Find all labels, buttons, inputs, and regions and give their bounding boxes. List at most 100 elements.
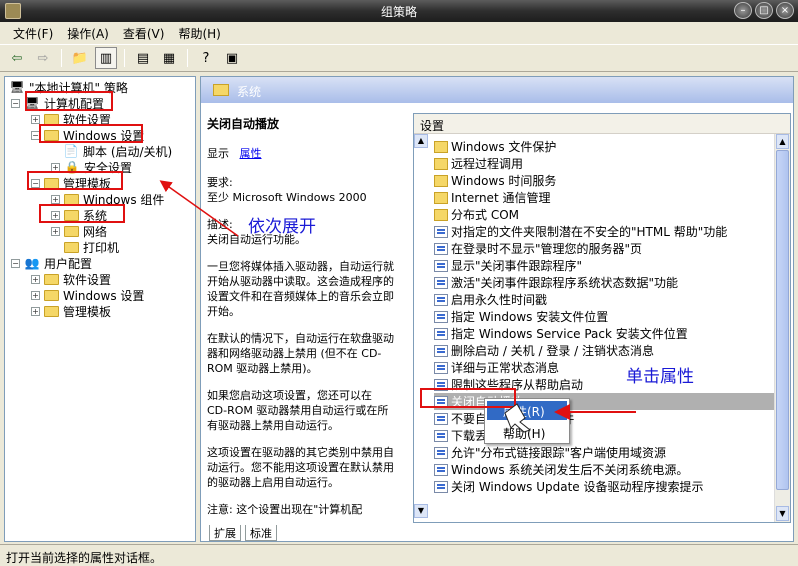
list-item-label: 激活"关闭事件跟踪程序系统状态数据"功能 bbox=[451, 276, 679, 290]
description-para-1: 一旦您将媒体插入驱动器，自动运行就开始从驱动器中读取。这会造成程序的设置文件和在… bbox=[207, 260, 394, 318]
menu-file[interactable]: 文件(F) bbox=[6, 23, 60, 44]
tree-item-user-admin[interactable]: + 管理模板 bbox=[31, 303, 111, 319]
annotation-box bbox=[39, 124, 143, 143]
folder-icon bbox=[64, 193, 79, 205]
tab-extended[interactable]: 扩展 bbox=[209, 525, 241, 541]
list-item[interactable]: Windows 文件保护 bbox=[434, 138, 790, 155]
expand-icon[interactable]: + bbox=[31, 114, 40, 124]
menu-help[interactable]: 帮助(H) bbox=[171, 23, 227, 44]
tree-item-network[interactable]: + 网络 bbox=[51, 223, 107, 239]
script-icon: 📄 bbox=[63, 144, 79, 158]
menu-bar: 文件(F) 操作(A) 查看(V) 帮助(H) bbox=[0, 22, 798, 44]
list-item[interactable]: 详细与正常状态消息 bbox=[434, 359, 790, 376]
tree-label: 打印机 bbox=[83, 240, 120, 255]
tree-label: 管理模板 bbox=[63, 304, 112, 319]
list-item[interactable]: 分布式 COM bbox=[434, 206, 790, 223]
forward-icon[interactable]: ⇨ bbox=[32, 47, 54, 69]
folder-icon bbox=[64, 241, 79, 253]
back-icon[interactable]: ⇦ bbox=[6, 47, 28, 69]
main-pane: 系统 关闭自动播放 显示 属性 要求: 至少 Microsoft Windows… bbox=[200, 76, 794, 542]
requirement-value: 至少 Microsoft Windows 2000 bbox=[207, 191, 367, 204]
annotation-box bbox=[39, 204, 125, 223]
minimize-button[interactable]: – bbox=[734, 2, 752, 19]
vertical-scrollbar[interactable]: ▲ ▼ bbox=[774, 134, 790, 522]
scroll-up-icon[interactable]: ▲ bbox=[776, 134, 789, 149]
list-item[interactable]: 激活"关闭事件跟踪程序系统状态数据"功能 bbox=[434, 274, 790, 291]
list-item-label: Windows 文件保护 bbox=[451, 140, 557, 154]
left-scroll-up-icon[interactable]: ▲ bbox=[414, 134, 428, 148]
collapse-icon[interactable]: − bbox=[11, 98, 20, 108]
tab-standard[interactable]: 标准 bbox=[245, 525, 277, 541]
expand-icon[interactable]: + bbox=[51, 226, 60, 236]
list-item[interactable]: Internet 通信管理 bbox=[434, 189, 790, 206]
left-scroll-down-icon[interactable]: ▼ bbox=[414, 504, 428, 518]
expand-icon[interactable]: + bbox=[51, 194, 60, 204]
tree-label: 脚本 (启动/关机) bbox=[83, 144, 173, 159]
scroll-down-icon[interactable]: ▼ bbox=[776, 506, 789, 521]
list-item[interactable]: 远程过程调用 bbox=[434, 155, 790, 172]
menu-action[interactable]: 操作(A) bbox=[60, 23, 116, 44]
folder-icon bbox=[434, 140, 448, 153]
list-item[interactable]: 限制这些程序从帮助启动 bbox=[434, 376, 790, 393]
show-tree-icon[interactable]: ▥ bbox=[95, 47, 117, 69]
context-menu: 属性(R) 帮助(H) bbox=[484, 398, 570, 444]
status-bar: 打开当前选择的属性对话框。 bbox=[0, 544, 798, 566]
tree-item-printers[interactable]: 打印机 bbox=[64, 239, 119, 255]
list-item-label: 限制这些程序从帮助启动 bbox=[451, 378, 584, 392]
show-label: 显示 bbox=[207, 147, 229, 160]
list-item[interactable]: 在登录时不显示"管理您的服务器"页 bbox=[434, 240, 790, 257]
list-item[interactable]: 启用永久性时间戳 bbox=[434, 291, 790, 308]
context-menu-help[interactable]: 帮助(H) bbox=[487, 423, 567, 442]
expand-icon[interactable]: + bbox=[31, 274, 40, 284]
folder-icon bbox=[44, 113, 59, 125]
folder-icon bbox=[434, 174, 448, 187]
console-icon[interactable]: ▣ bbox=[221, 47, 243, 69]
list-item-label: 对指定的文件夹限制潜在不安全的"HTML 帮助"功能 bbox=[451, 225, 728, 239]
up-folder-icon[interactable]: 📁 bbox=[69, 47, 91, 69]
folder-icon bbox=[44, 273, 59, 285]
collapse-icon[interactable]: − bbox=[11, 258, 20, 268]
list-item-label: 在登录时不显示"管理您的服务器"页 bbox=[451, 242, 643, 256]
close-button[interactable]: × bbox=[776, 2, 794, 19]
policy-title: 关闭自动播放 bbox=[207, 117, 280, 131]
folder-icon bbox=[44, 305, 59, 317]
policy-setting-icon bbox=[434, 344, 448, 357]
properties-link[interactable]: 属性 bbox=[240, 147, 262, 160]
list-item[interactable]: 指定 Windows 安装文件位置 bbox=[434, 308, 790, 325]
list-item[interactable]: 对指定的文件夹限制潜在不安全的"HTML 帮助"功能 bbox=[434, 223, 790, 240]
list-item[interactable]: 删除启动 / 关机 / 登录 / 注销状态消息 bbox=[434, 342, 790, 359]
show-properties: 显示 属性 bbox=[207, 146, 395, 161]
folder-icon bbox=[434, 208, 448, 221]
window-title: 组策略 bbox=[380, 5, 417, 19]
menu-view[interactable]: 查看(V) bbox=[116, 23, 172, 44]
list-item[interactable]: 显示"关闭事件跟踪程序" bbox=[434, 257, 790, 274]
list-item[interactable]: 指定 Windows Service Pack 安装文件位置 bbox=[434, 325, 790, 342]
column-header-settings[interactable]: 设置 bbox=[414, 114, 790, 134]
requirement-label: 要求: bbox=[207, 176, 233, 189]
list-item[interactable]: 关闭 Windows Update 设备驱动程序搜索提示 bbox=[434, 478, 790, 495]
tree-item-user-windows[interactable]: + Windows 设置 bbox=[31, 287, 144, 303]
policy-setting-icon bbox=[434, 293, 448, 306]
list-item-label: 详细与正常状态消息 bbox=[451, 361, 560, 375]
tree-item-user-config[interactable]: − 👥 用户配置 bbox=[11, 255, 92, 271]
policy-setting-icon bbox=[434, 327, 448, 340]
list-item[interactable]: Windows 时间服务 bbox=[434, 172, 790, 189]
properties-icon[interactable]: ▤ bbox=[132, 47, 154, 69]
tree-item-scripts[interactable]: 📄 脚本 (启动/关机) bbox=[63, 143, 173, 159]
policy-setting-icon bbox=[434, 242, 448, 255]
scroll-thumb[interactable] bbox=[776, 150, 789, 490]
header-title: 系统 bbox=[237, 85, 262, 99]
maximize-button[interactable]: □ bbox=[755, 2, 773, 19]
policy-setting-icon bbox=[434, 446, 448, 459]
list-item-label: Windows 系统关闭发生后不关闭系统电源。 bbox=[451, 463, 689, 477]
list-item[interactable]: Windows 系统关闭发生后不关闭系统电源。 bbox=[434, 461, 790, 478]
expand-icon[interactable]: + bbox=[31, 306, 40, 316]
help-icon[interactable]: ? bbox=[195, 47, 217, 69]
expand-icon[interactable]: + bbox=[31, 290, 40, 300]
annotation-box bbox=[25, 91, 113, 111]
context-menu-properties[interactable]: 属性(R) bbox=[487, 401, 567, 420]
annotation-click-properties: 单击属性 bbox=[626, 367, 694, 387]
list-item[interactable]: 允许"分布式链接跟踪"客户端使用域资源 bbox=[434, 444, 790, 461]
export-list-icon[interactable]: ▦ bbox=[158, 47, 180, 69]
tree-item-user-software[interactable]: + 软件设置 bbox=[31, 271, 111, 287]
